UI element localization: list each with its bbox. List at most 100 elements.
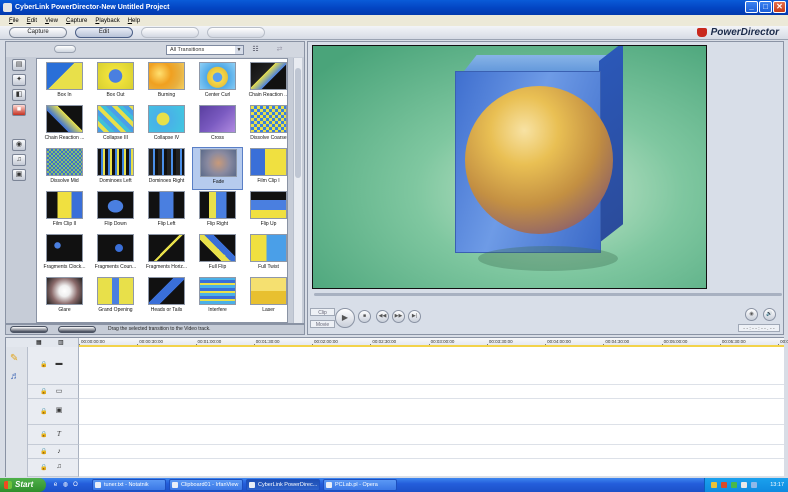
chevron-down-icon[interactable]: ▼ [235, 46, 243, 54]
menu-capture[interactable]: Capture [66, 18, 87, 24]
stop-button[interactable]: ■ [358, 310, 371, 323]
volume-tray-icon[interactable] [751, 482, 757, 488]
taskbar-item-irfanview[interactable]: Clipboard01 - IrfanView [169, 479, 243, 491]
transition-item[interactable]: Chain Reaction ... [39, 104, 90, 147]
audio-mixing-icon[interactable]: ◉ [12, 139, 26, 151]
volume-icon[interactable]: 🔊 [763, 308, 776, 321]
play-button[interactable]: ▶ [335, 308, 355, 328]
transition-item[interactable]: Laser [243, 276, 287, 319]
library-scrollbar[interactable] [293, 58, 302, 323]
start-button[interactable]: Start [0, 478, 46, 492]
transition-item[interactable]: Fragments Coun... [90, 233, 141, 276]
close-button[interactable]: ✕ [773, 1, 786, 13]
transition-item[interactable]: Box Out [90, 61, 141, 104]
create-disc-mode-button[interactable] [207, 27, 265, 38]
produce-mode-button[interactable] [141, 27, 199, 38]
effect-room-icon[interactable]: ✦ [12, 74, 26, 86]
minimize-button[interactable]: _ [745, 1, 758, 13]
transition-item[interactable]: Center Curl [192, 61, 243, 104]
capture-mode-button[interactable]: Capture [9, 27, 67, 38]
library-scroll-thumb[interactable] [295, 68, 301, 178]
transition-item[interactable]: Glare [39, 276, 90, 319]
next-frame-button[interactable]: ▶▶ [392, 310, 405, 323]
previous-frame-button[interactable]: ◀◀ [376, 310, 389, 323]
timeline-view-button[interactable] [58, 326, 96, 333]
explorer-icon[interactable]: e [52, 481, 59, 489]
transition-item[interactable]: Film Clip II [39, 190, 90, 233]
menu-view[interactable]: View [45, 18, 58, 24]
fast-forward-button[interactable]: ▶| [408, 310, 421, 323]
transition-item[interactable]: Film Clip I [243, 147, 287, 190]
magic-wand-icon[interactable]: ✎ [10, 353, 18, 364]
snapshot-button[interactable]: ◉ [745, 308, 758, 321]
media-room-icon[interactable]: ▤ [12, 59, 26, 71]
pip-room-icon[interactable]: ◧ [12, 89, 26, 101]
transition-item[interactable]: Chain Reaction ... [243, 61, 287, 104]
transition-item[interactable]: Collapse IV [141, 104, 192, 147]
voice-track[interactable] [79, 445, 784, 459]
clip-mode-toggle[interactable]: Clip [310, 308, 335, 316]
lock-icon[interactable]: 🔒 [40, 464, 47, 471]
transition-item[interactable]: Burning [141, 61, 192, 104]
storyboard-view-button[interactable] [10, 326, 48, 333]
taskbar-item-opera[interactable]: PCLab.pl - Opera [323, 479, 397, 491]
taskbar-item-powerdirector[interactable]: CyberLink PowerDirec... [246, 479, 320, 491]
firefox-icon[interactable]: ◍ [62, 481, 69, 489]
transition-item[interactable]: Dominoes Left [90, 147, 141, 190]
lock-icon[interactable]: 🔒 [40, 361, 47, 368]
library-back-button[interactable] [54, 45, 76, 53]
menu-help[interactable]: Help [128, 18, 140, 24]
transition-item[interactable]: Flip Down [90, 190, 141, 233]
lock-icon[interactable]: 🔒 [40, 448, 47, 455]
preview-seek-bar[interactable] [314, 293, 782, 296]
tray-icon[interactable] [731, 482, 737, 488]
transition-item[interactable]: Flip Left [141, 190, 192, 233]
tray-icon[interactable] [721, 482, 727, 488]
voice-over-icon[interactable]: ♫ [12, 154, 26, 166]
magic-music-icon[interactable]: ♬ [10, 371, 20, 382]
transition-item[interactable]: Box In [39, 61, 90, 104]
transition-room-icon[interactable]: ■ [12, 104, 26, 116]
transition-thumbnail [148, 62, 185, 90]
transition-item[interactable]: Full Flip [192, 233, 243, 276]
movie-mode-toggle[interactable]: Movie [310, 320, 335, 328]
transition-item[interactable]: Fragments Horiz... [141, 233, 192, 276]
opera-icon[interactable]: O [72, 481, 79, 489]
transition-item[interactable]: Full Twist [243, 233, 287, 276]
transition-item[interactable]: Fade [192, 147, 243, 190]
transition-item[interactable]: Flip Right [192, 190, 243, 233]
transition-item[interactable]: Interfere [192, 276, 243, 319]
pip-track[interactable] [79, 399, 784, 425]
track-manager-icon[interactable]: ▦ [36, 339, 42, 346]
effect-track[interactable] [79, 385, 784, 399]
transition-item[interactable]: Heads or Tails [141, 276, 192, 319]
transition-item[interactable]: Dissolve Mid [39, 147, 90, 190]
transition-item[interactable]: Flip Up [243, 190, 287, 233]
tray-icon[interactable] [711, 482, 717, 488]
transition-item[interactable]: Dominoes Right [141, 147, 192, 190]
apply-all-icon[interactable]: ⇄ [274, 45, 285, 54]
transition-item[interactable]: Fragments Clock... [39, 233, 90, 276]
video-track[interactable] [79, 347, 784, 385]
menu-playback[interactable]: Playback [95, 18, 119, 24]
transition-item[interactable]: Collapse III [90, 104, 141, 147]
transition-label: Dominoes Left [99, 178, 132, 184]
transition-filter-dropdown[interactable]: All Transitions ▼ [166, 45, 244, 55]
lock-icon[interactable]: 🔒 [40, 431, 47, 438]
maximize-button[interactable]: □ [759, 1, 772, 13]
lock-icon[interactable]: 🔒 [40, 388, 47, 395]
lock-icon[interactable]: 🔒 [40, 408, 47, 415]
title-track[interactable] [79, 425, 784, 445]
music-track[interactable] [79, 459, 784, 477]
timeline-zoom-icon[interactable]: ▥ [58, 339, 64, 346]
taskbar-item-notepad[interactable]: tuner.txt - Notatnik [92, 479, 166, 491]
transition-item[interactable]: Dissolve Coarse [243, 104, 287, 147]
transition-item[interactable]: Cross [192, 104, 243, 147]
library-view-icon[interactable]: ☷ [250, 45, 261, 54]
chapter-room-icon[interactable]: ▣ [12, 169, 26, 181]
transition-item[interactable]: Grand Opening [90, 276, 141, 319]
menu-edit[interactable]: Edit [27, 18, 37, 24]
edit-mode-button[interactable]: Edit [75, 27, 133, 38]
menu-file[interactable]: File [9, 18, 19, 24]
tray-icon[interactable] [741, 482, 747, 488]
